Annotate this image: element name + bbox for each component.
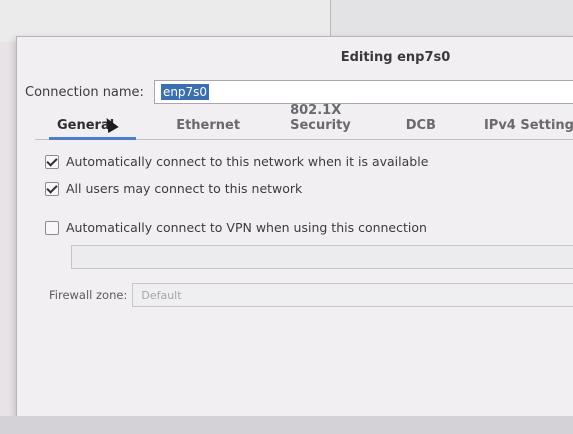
tab-ethernet[interactable]: Ethernet <box>176 118 240 139</box>
connection-name-value: enp7s0 <box>160 84 210 100</box>
vpn-select[interactable] <box>71 245 573 269</box>
all-users-label: All users may connect to this network <box>66 181 303 196</box>
all-users-checkbox[interactable] <box>45 181 59 196</box>
firewall-zone-select[interactable]: Default <box>132 283 573 307</box>
all-users-row[interactable]: All users may connect to this network <box>45 181 302 196</box>
auto-connect-checkbox[interactable] <box>45 154 59 169</box>
connection-name-label: Connection name: <box>25 84 144 100</box>
firewall-zone-row: Firewall zone: Default <box>49 283 573 307</box>
tab-8021x-security[interactable]: 802.1X Security <box>290 103 358 139</box>
screen-bottom-edge <box>0 416 573 434</box>
background-panel <box>330 0 573 41</box>
tab-ipv4-settings[interactable]: IPv4 Setting <box>484 118 573 139</box>
auto-connect-row[interactable]: Automatically connect to this network wh… <box>45 154 428 169</box>
tab-dcb[interactable]: DCB <box>406 118 436 139</box>
connection-name-input[interactable]: enp7s0 <box>153 80 573 104</box>
edit-connection-dialog: Editing enp7s0 Connection name: enp7s0 G… <box>16 36 573 417</box>
auto-vpn-label: Automatically connect to VPN when using … <box>66 220 427 235</box>
auto-vpn-checkbox[interactable] <box>45 220 59 235</box>
dialog-titlebar[interactable]: Editing enp7s0 <box>17 37 573 77</box>
connection-name-row: Connection name: enp7s0 <box>25 79 573 105</box>
auto-connect-label: Automatically connect to this network wh… <box>66 154 429 169</box>
dialog-title: Editing enp7s0 <box>340 49 451 65</box>
auto-vpn-row[interactable]: Automatically connect to VPN when using … <box>45 220 427 235</box>
firewall-zone-label: Firewall zone: <box>49 288 128 302</box>
firewall-zone-value: Default <box>141 288 182 302</box>
